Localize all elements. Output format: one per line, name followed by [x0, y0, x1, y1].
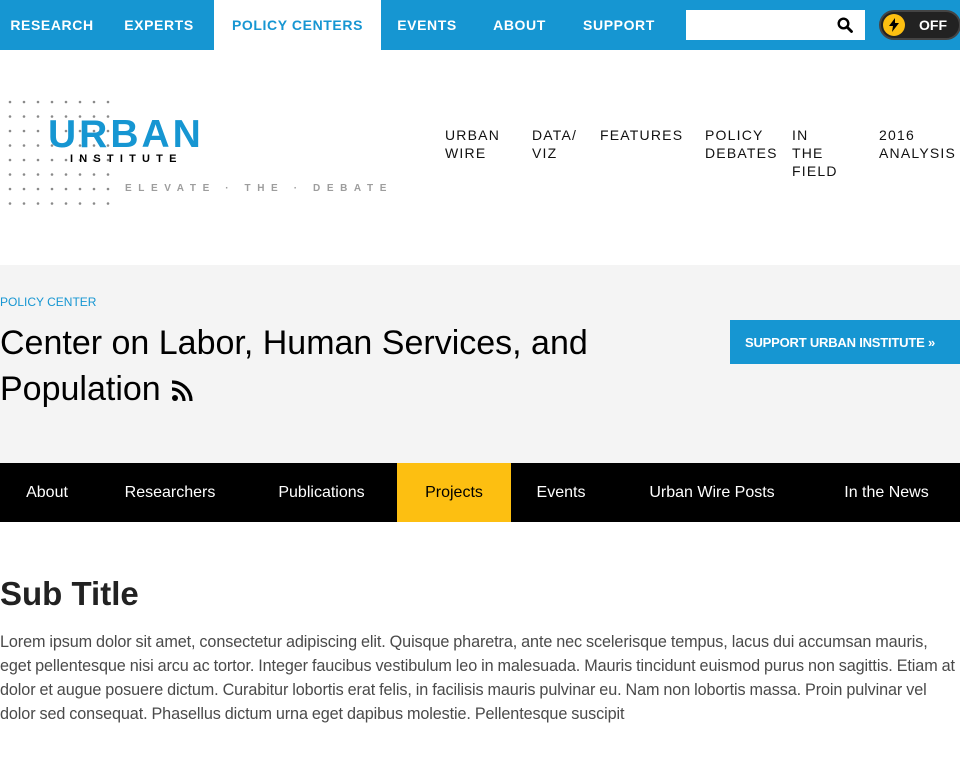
- logo-dot: [8, 115, 12, 118]
- logo-dot: [22, 187, 26, 191]
- logo-dot: [8, 158, 12, 162]
- logo-dot: [36, 187, 40, 191]
- top-nav-events[interactable]: EVENTS: [381, 0, 473, 50]
- top-nav-support[interactable]: SUPPORT: [566, 0, 672, 50]
- logo-dot: [106, 187, 110, 191]
- logo-dot: [36, 144, 40, 147]
- page-title: Center on Labor, Human Services, and Pop…: [0, 320, 640, 414]
- policy-center-eyebrow[interactable]: POLICY CENTER: [0, 295, 96, 309]
- logo-dot: [36, 173, 40, 176]
- logo-dot: [92, 187, 96, 191]
- logo-dot: [50, 202, 54, 205]
- main-nav-features[interactable]: FEATURES: [600, 126, 683, 144]
- main-nav-policy-debates[interactable]: POLICY DEBATES: [705, 126, 778, 162]
- tab-events[interactable]: Events: [511, 463, 611, 522]
- lightning-bolt-icon: [883, 14, 905, 36]
- logo-dot: [8, 173, 12, 176]
- main-nav-2016-analysis[interactable]: 2016 ANALYSIS: [879, 126, 956, 162]
- top-nav-research[interactable]: RESEARCH: [0, 0, 104, 50]
- logo-dot: [64, 158, 68, 162]
- main-nav-in-the-field[interactable]: IN THE FIELD: [792, 126, 838, 180]
- logo-dot: [92, 202, 96, 205]
- tab-projects[interactable]: Projects: [397, 463, 511, 522]
- body-paragraph: Lorem ipsum dolor sit amet, consectetur …: [0, 633, 955, 723]
- logo-dot: [50, 100, 54, 104]
- top-nav-experts[interactable]: EXPERTS: [104, 0, 214, 50]
- logo-dot: [50, 158, 54, 162]
- search-icon[interactable]: [837, 17, 853, 33]
- tab-about[interactable]: About: [0, 463, 94, 522]
- top-utility-bar: RESEARCH EXPERTS POLICY CENTERS EVENTS A…: [0, 0, 960, 50]
- logo-subtitle: INSTITUTE: [70, 153, 183, 165]
- rss-icon[interactable]: [171, 368, 193, 414]
- logo-dot: [36, 129, 40, 133]
- toggle-label: OFF: [919, 17, 947, 33]
- logo-dot: [36, 158, 40, 162]
- logo-dot: [36, 100, 40, 104]
- support-urban-institute-button[interactable]: SUPPORT URBAN INSTITUTE »: [730, 320, 960, 364]
- logo-tagline: ELEVATE · THE · DEBATE: [125, 183, 393, 194]
- logo-dot: [8, 187, 12, 191]
- logo-dot: [78, 202, 82, 205]
- logo-dot: [64, 202, 68, 205]
- main-nav-data-viz[interactable]: DATA/ VIZ: [532, 126, 577, 162]
- logo-dot: [50, 173, 54, 176]
- logo-dot: [78, 187, 82, 191]
- main-nav-urban-wire[interactable]: URBAN WIRE: [445, 126, 500, 162]
- logo-dot: [22, 202, 26, 205]
- logo-dot: [92, 173, 96, 176]
- top-nav: RESEARCH EXPERTS POLICY CENTERS EVENTS A…: [0, 0, 672, 50]
- top-nav-policy-centers[interactable]: POLICY CENTERS: [214, 0, 381, 50]
- logo-dot: [50, 187, 54, 191]
- tab-researchers[interactable]: Researchers: [94, 463, 246, 522]
- logo-dot: [36, 115, 40, 118]
- search-box: [686, 10, 865, 41]
- tab-in-the-news[interactable]: In the News: [813, 463, 960, 522]
- logo-dot: [22, 100, 26, 104]
- logo-dot: [106, 100, 110, 104]
- logo-dot: [8, 144, 12, 147]
- logo-dot: [106, 202, 110, 205]
- logo-dot: [92, 100, 96, 104]
- sub-title: Sub Title: [0, 575, 139, 612]
- logo-dot: [22, 158, 26, 162]
- logo-dot: [8, 202, 12, 205]
- logo-dot: [64, 187, 68, 191]
- logo-dot: [78, 173, 82, 176]
- search-input[interactable]: [692, 11, 836, 41]
- logo-wordmark: URBAN: [48, 113, 204, 156]
- logo-dot: [36, 202, 40, 205]
- logo-dot: [22, 173, 26, 176]
- logo-dot: [64, 100, 68, 104]
- logo-dot: [22, 115, 26, 118]
- logo-dot: [22, 129, 26, 133]
- logo-dot: [8, 100, 12, 104]
- logo-dot: [8, 129, 12, 133]
- tab-publications[interactable]: Publications: [246, 463, 397, 522]
- page-title-text: Center on Labor, Human Services, and Pop…: [0, 324, 588, 408]
- logo-dot: [64, 173, 68, 176]
- logo-dot: [22, 144, 26, 147]
- accessibility-toggle[interactable]: OFF: [879, 10, 960, 40]
- logo-dot: [106, 173, 110, 176]
- tab-urban-wire-posts[interactable]: Urban Wire Posts: [611, 463, 813, 522]
- top-nav-about[interactable]: ABOUT: [473, 0, 566, 50]
- section-tabs: About Researchers Publications Projects …: [0, 463, 960, 522]
- logo-dot: [78, 100, 82, 104]
